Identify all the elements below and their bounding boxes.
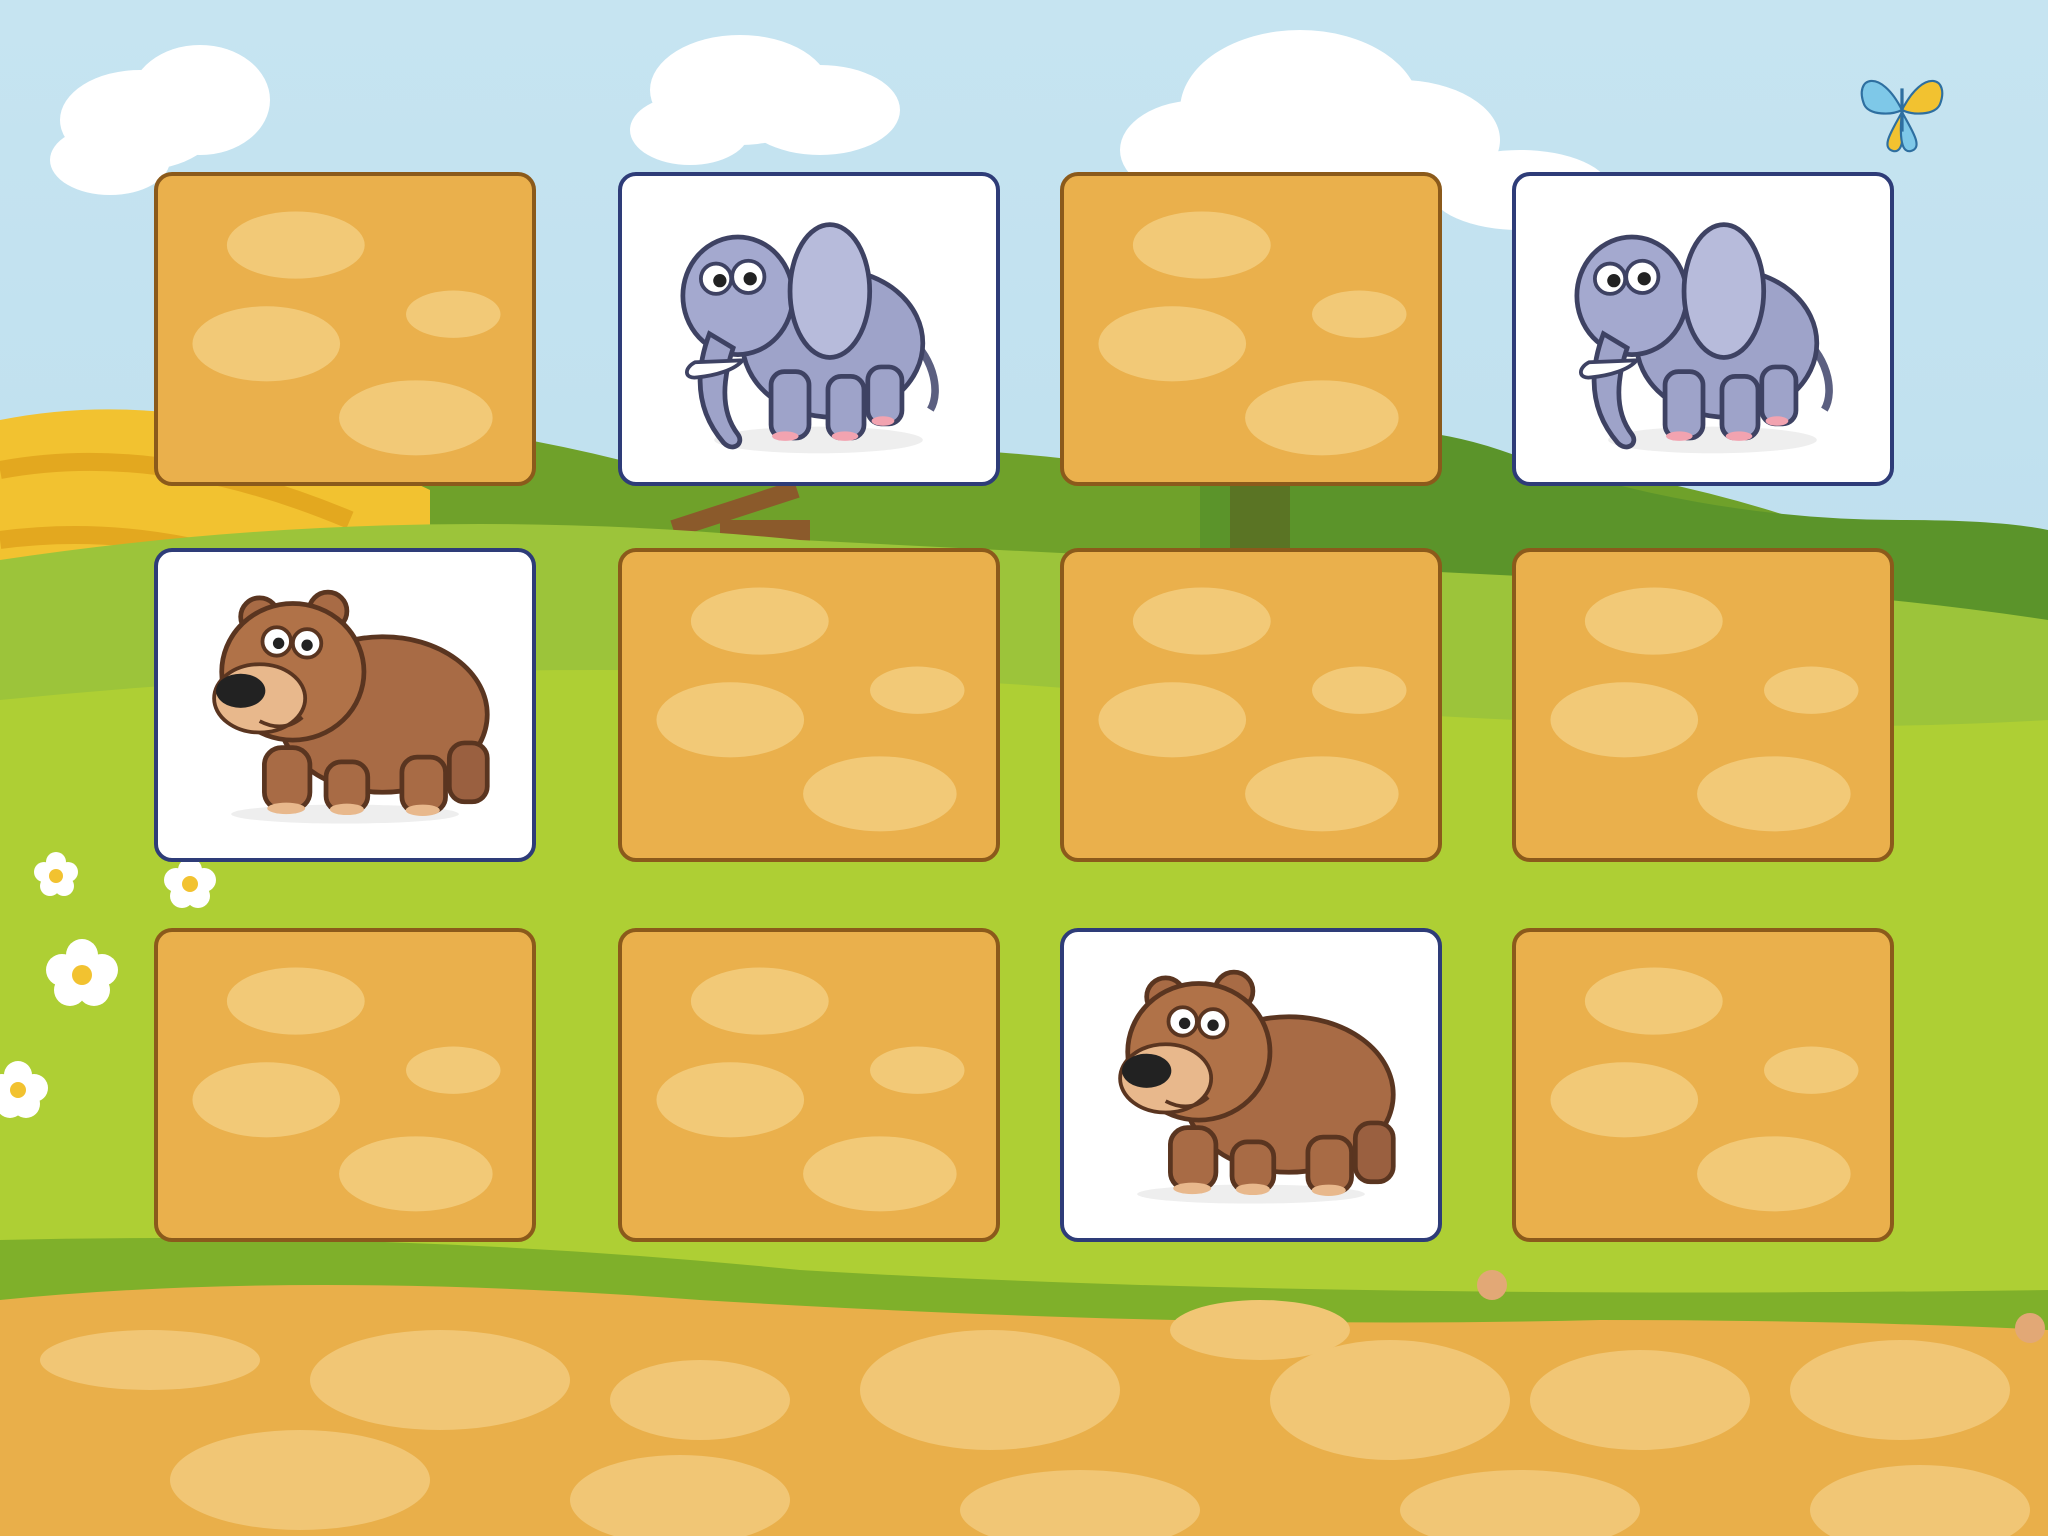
card-back-pattern (622, 552, 996, 858)
elephant-icon (1522, 182, 1884, 476)
memory-card-face-down[interactable] (154, 172, 536, 486)
elephant-icon (628, 182, 990, 476)
card-back-pattern (158, 176, 532, 482)
memory-card-bear[interactable] (154, 548, 536, 862)
memory-card-face-down[interactable] (1512, 928, 1894, 1242)
card-back-pattern (1064, 176, 1438, 482)
bear-icon (1070, 938, 1432, 1232)
memory-card-elephant[interactable] (618, 172, 1000, 486)
card-back-pattern (1516, 552, 1890, 858)
memory-card-face-down[interactable] (154, 928, 536, 1242)
butterfly-icon (1860, 79, 1944, 153)
memory-card-face-down[interactable] (618, 548, 1000, 862)
memory-card-face-down[interactable] (1060, 548, 1442, 862)
card-back-pattern (1064, 552, 1438, 858)
card-back-pattern (622, 932, 996, 1238)
memory-card-face-down[interactable] (1512, 548, 1894, 862)
card-back-pattern (1516, 932, 1890, 1238)
memory-card-elephant[interactable] (1512, 172, 1894, 486)
bear-icon (164, 558, 526, 852)
card-back-pattern (158, 932, 532, 1238)
memory-card-face-down[interactable] (618, 928, 1000, 1242)
memory-card-face-down[interactable] (1060, 172, 1442, 486)
memory-card-bear[interactable] (1060, 928, 1442, 1242)
game-scene (0, 0, 2048, 1536)
